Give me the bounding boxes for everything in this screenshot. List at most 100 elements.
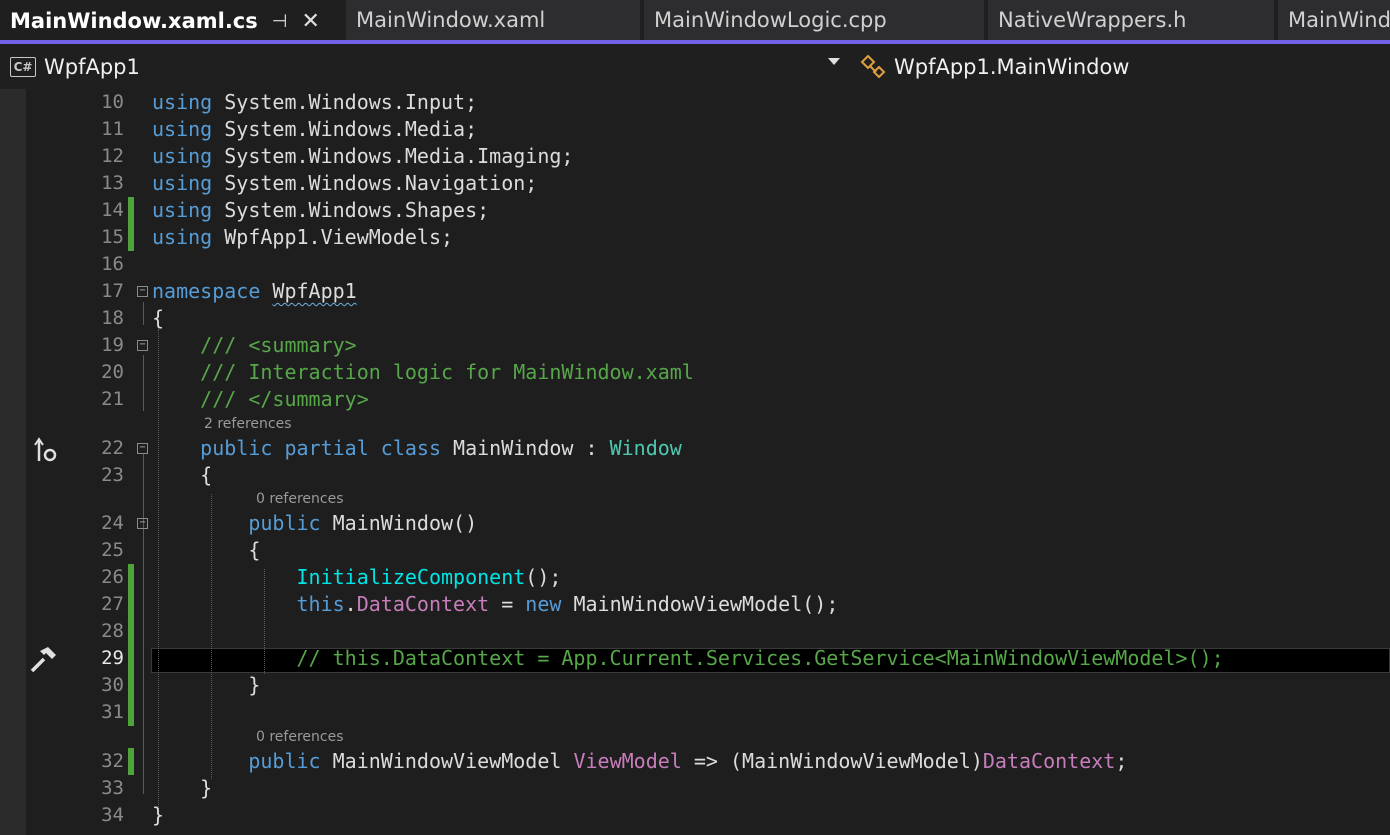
code-token: System.Windows.Shapes; [212, 198, 490, 222]
change-indicator [128, 699, 134, 726]
code-line[interactable]: 18 { [0, 305, 1390, 332]
code-text: this.DataContext = new MainWindowViewMod… [152, 591, 839, 618]
line-number: 34 [101, 804, 124, 826]
line-number: 17 [101, 280, 124, 302]
tab-mainwindow-xaml-cs[interactable]: MainWindow.xaml.cs ⊣ ✕ [0, 0, 345, 40]
collapse-icon[interactable]: − [137, 286, 148, 297]
code-token: MainWindow : [441, 436, 610, 460]
code-line[interactable]: 28 [0, 618, 1390, 645]
code-text: using WpfApp1.ViewModels; [152, 224, 453, 251]
chevron-down-icon[interactable] [828, 58, 840, 65]
code-line[interactable]: 11 using System.Windows.Media; [0, 116, 1390, 143]
tab-mainwindowlogic-cpp[interactable]: MainWindowLogic.cpp [644, 0, 984, 40]
code-token: WpfApp1 [272, 279, 357, 303]
code-token: MainWindowViewModel(); [561, 592, 839, 616]
code-token: ; [1115, 749, 1128, 773]
pin-icon[interactable]: ⊣ [272, 11, 288, 32]
code-line[interactable]: 31 [0, 699, 1390, 726]
code-line[interactable]: 30 } [0, 672, 1390, 699]
collapse-icon[interactable]: − [137, 443, 148, 454]
code-line[interactable]: 22 − public partial class MainWindow : Wi… [0, 435, 1390, 462]
code-line[interactable]: 21 /// </summary> [0, 386, 1390, 413]
code-line[interactable]: 16 [0, 251, 1390, 278]
code-line[interactable]: 23 { [0, 462, 1390, 489]
code-token: } [152, 673, 261, 697]
code-line[interactable]: 24 − public MainWindow() [0, 510, 1390, 537]
code-line[interactable]: 33 } [0, 775, 1390, 802]
code-text: { [152, 537, 260, 564]
code-text: } [152, 775, 212, 802]
line-number: 23 [101, 464, 124, 486]
code-line[interactable]: 19 − /// <summary> [0, 332, 1390, 359]
code-editor[interactable]: 2 references 0 references 0 references 1… [0, 89, 1390, 835]
code-line[interactable]: 26 InitializeComponent(); [0, 564, 1390, 591]
code-line[interactable]: 13 using System.Windows.Navigation; [0, 170, 1390, 197]
codelens-references[interactable]: 2 references [204, 416, 292, 432]
codelens-references[interactable]: 0 references [256, 491, 344, 507]
code-text: } [152, 802, 164, 829]
code-token: public partial class [200, 436, 441, 460]
code-text: using System.Windows.Navigation; [152, 170, 537, 197]
code-line[interactable]: 12 using System.Windows.Media.Imaging; [0, 143, 1390, 170]
code-token: Window [609, 436, 682, 460]
code-line[interactable]: 15 using WpfApp1.ViewModels; [0, 224, 1390, 251]
code-token: namespace [152, 279, 261, 303]
class-icon [860, 54, 886, 79]
code-token: => (MainWindowViewModel) [681, 749, 983, 773]
collapse-icon[interactable]: − [137, 518, 148, 529]
code-token: using [152, 117, 213, 141]
line-number: 21 [101, 388, 124, 410]
project-dropdown[interactable]: C# WpfApp1 [4, 49, 846, 85]
code-line[interactable]: 17 − namespace WpfApp1 [0, 278, 1390, 305]
type-dropdown[interactable]: WpfApp1.MainWindow [854, 49, 1390, 85]
code-text: InitializeComponent(); [152, 564, 562, 591]
code-text: // this.DataContext = App.Current.Servic… [152, 645, 1223, 672]
tab-accent-line [0, 40, 1390, 44]
document-tab-bar: MainWindow.xaml.cs ⊣ ✕ MainWindow.xaml M… [0, 0, 1390, 45]
code-token: } [152, 803, 165, 827]
tab-label: MainWindow.xaml [356, 8, 546, 32]
change-indicator [128, 618, 134, 645]
code-text: { [152, 462, 212, 489]
code-line[interactable]: 27 this.DataContext = new MainWindowView… [0, 591, 1390, 618]
code-text: using System.Windows.Media.Imaging; [152, 143, 573, 170]
line-number: 16 [101, 253, 124, 275]
code-token: MainWindowViewModel [320, 749, 574, 773]
code-line[interactable]: 32 public MainWindowViewModel ViewModel … [0, 748, 1390, 775]
csharp-project-icon: C# [10, 57, 36, 77]
change-indicator [128, 672, 134, 699]
tab-mainwindow-overflow[interactable]: MainWind [1278, 0, 1390, 40]
code-line[interactable]: 29 // this.DataContext = App.Current.Ser… [0, 645, 1390, 672]
codelens-references[interactable]: 0 references [256, 729, 344, 745]
code-line[interactable]: 20 /// Interaction logic for MainWindow.… [0, 359, 1390, 386]
code-line[interactable]: 25 { [0, 537, 1390, 564]
navigation-bar: C# WpfApp1 WpfApp1.MainWindow [0, 45, 1390, 89]
code-token: { [152, 463, 213, 487]
code-token: System.Windows.Navigation; [212, 171, 538, 195]
tab-nativewrappers-h[interactable]: NativeWrappers.h [988, 0, 1274, 40]
code-token: public [248, 511, 321, 535]
code-text: using System.Windows.Input; [152, 89, 477, 116]
line-number: 33 [101, 777, 124, 799]
line-number: 13 [101, 172, 124, 194]
line-number: 30 [101, 674, 124, 696]
code-text: using System.Windows.Shapes; [152, 197, 489, 224]
change-indicator [128, 748, 134, 775]
code-token: } [152, 776, 213, 800]
code-text: { [152, 305, 164, 332]
code-token: using [152, 90, 213, 114]
close-icon[interactable]: ✕ [301, 9, 319, 34]
code-line[interactable]: 34} [0, 802, 1390, 829]
tab-mainwindow-xaml[interactable]: MainWindow.xaml [346, 0, 640, 40]
line-number: 19 [101, 334, 124, 356]
code-line[interactable]: 14 using System.Windows.Shapes; [0, 197, 1390, 224]
tab-label: MainWindow.xaml.cs [10, 9, 258, 33]
collapse-icon[interactable]: − [137, 340, 148, 351]
line-number: 32 [101, 750, 124, 772]
code-token: using [152, 171, 213, 195]
code-line[interactable]: 10 using System.Windows.Input; [0, 89, 1390, 116]
code-text: /// </summary> [152, 386, 369, 413]
code-token: System.Windows.Media; [212, 117, 478, 141]
